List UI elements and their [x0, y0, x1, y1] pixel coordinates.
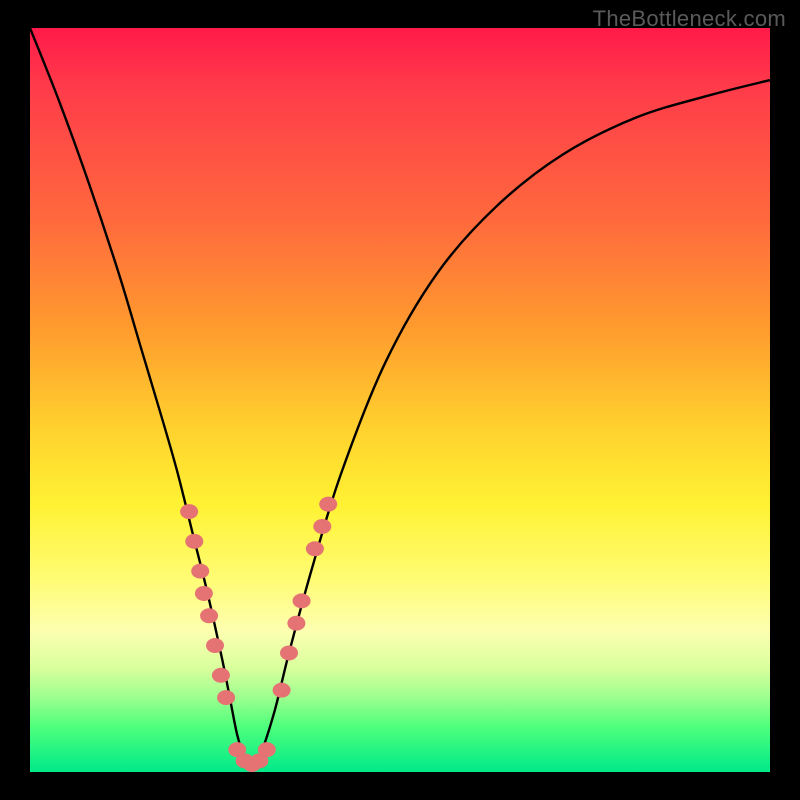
data-point — [319, 497, 337, 512]
data-point — [280, 645, 298, 660]
data-point — [200, 608, 218, 623]
data-point — [191, 564, 209, 579]
plot-area — [30, 28, 770, 772]
chart-frame: TheBottleneck.com — [0, 0, 800, 800]
data-point — [273, 683, 291, 698]
data-point — [180, 504, 198, 519]
data-point — [306, 541, 324, 556]
data-point — [195, 586, 213, 601]
data-point — [206, 638, 224, 653]
curve-layer — [30, 28, 770, 772]
data-point — [287, 616, 305, 631]
bottleneck-curve — [30, 28, 770, 765]
data-point — [212, 668, 230, 683]
data-point — [258, 742, 276, 757]
data-points — [180, 497, 337, 772]
data-point — [313, 519, 331, 534]
data-point — [217, 690, 235, 705]
data-point — [185, 534, 203, 549]
data-point — [293, 593, 311, 608]
